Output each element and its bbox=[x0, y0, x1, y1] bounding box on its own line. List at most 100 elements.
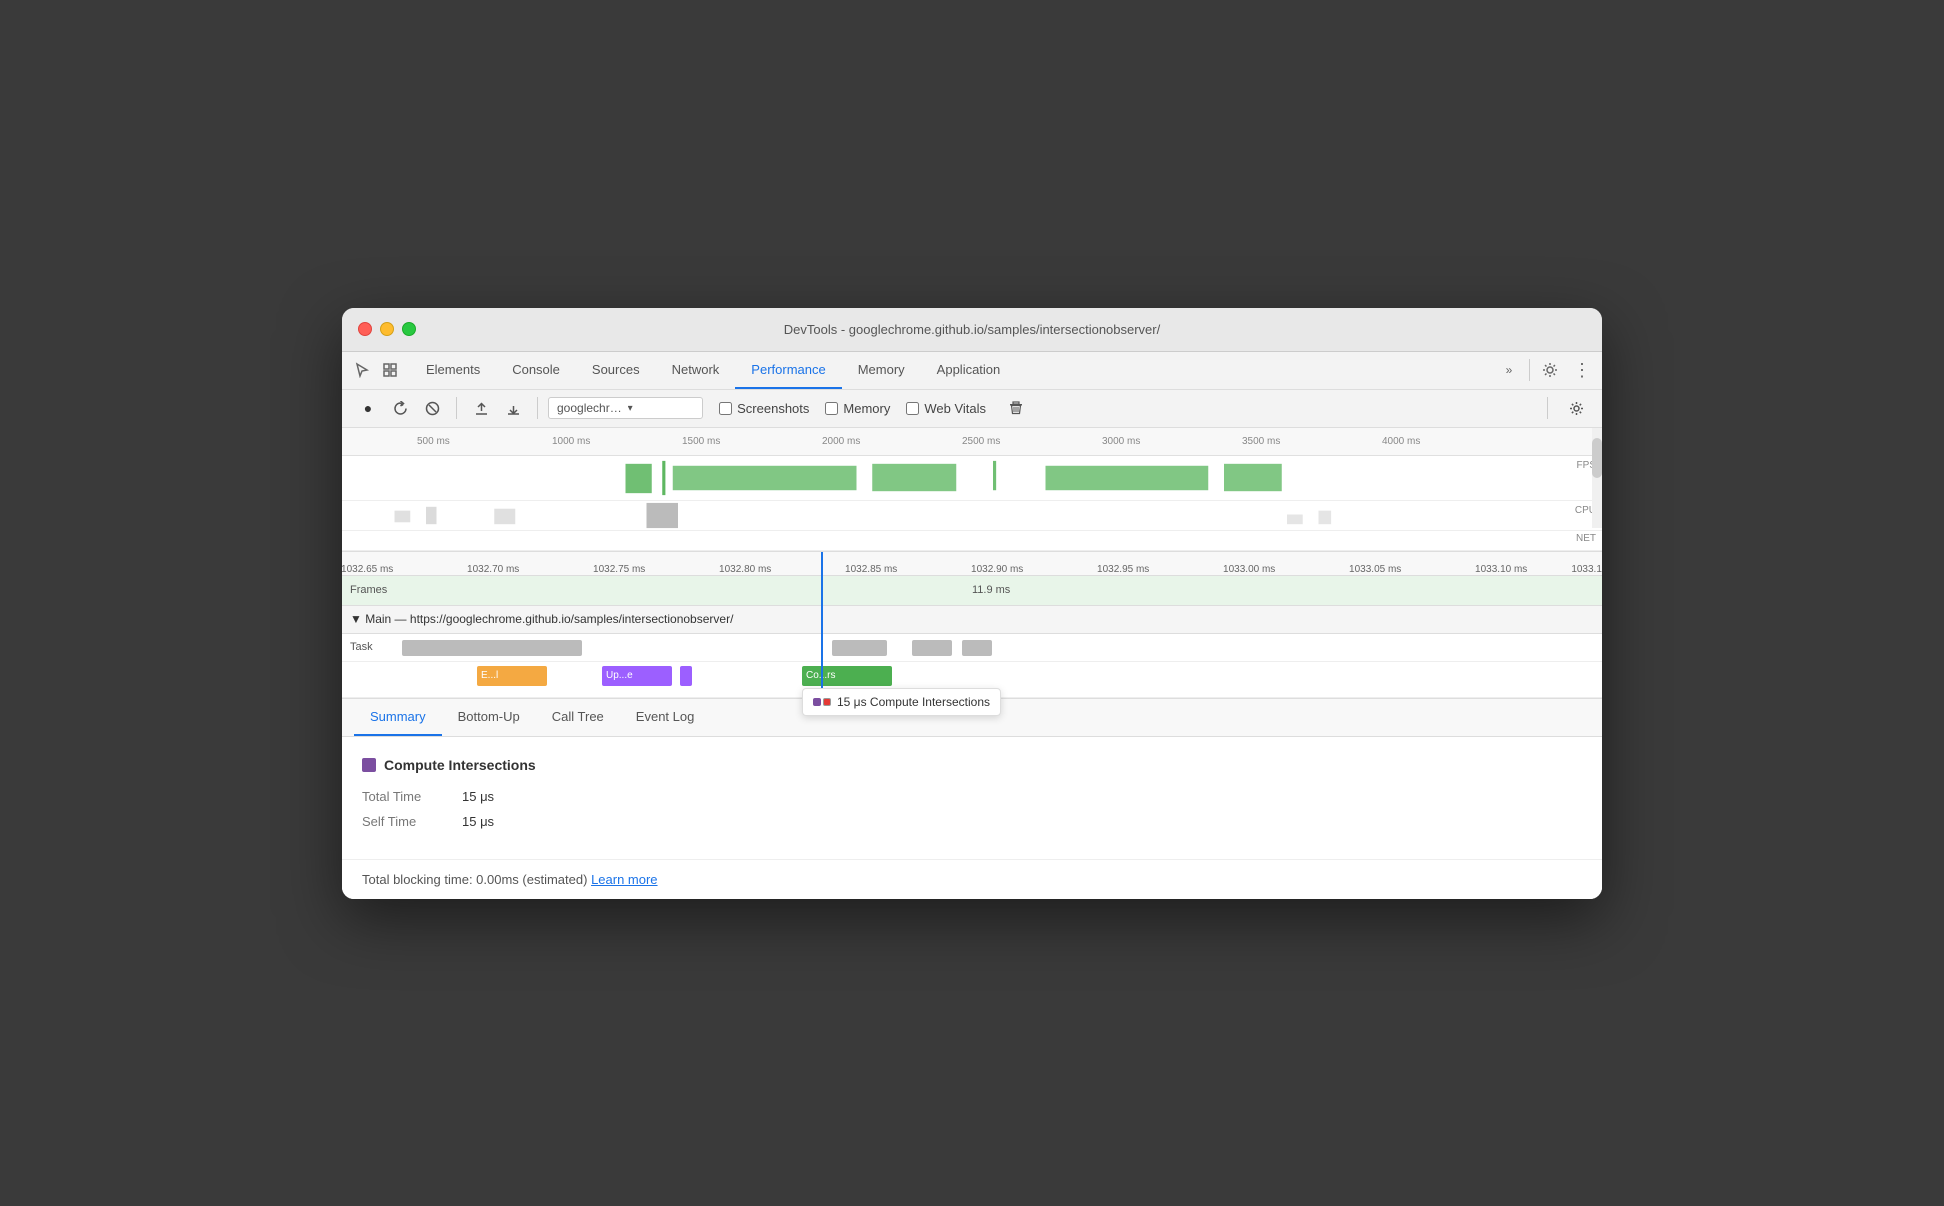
webvitals-checkbox-label[interactable]: Web Vitals bbox=[906, 401, 986, 416]
summary-title: Compute Intersections bbox=[362, 757, 1582, 773]
summary-panel: Compute Intersections Total Time 15 μs S… bbox=[342, 737, 1602, 859]
net-label: NET bbox=[1576, 533, 1596, 544]
tab-console[interactable]: Console bbox=[496, 352, 576, 389]
checkbox-group: Screenshots Memory Web Vitals bbox=[719, 394, 1030, 422]
task-bar-3[interactable] bbox=[912, 640, 952, 656]
main-tabs: Elements Console Sources Network Perform… bbox=[410, 352, 1497, 389]
toolbar-right bbox=[1541, 394, 1590, 422]
tab-network[interactable]: Network bbox=[656, 352, 736, 389]
clear-button[interactable] bbox=[418, 394, 446, 422]
tooltip: 15 μs Compute Intersections bbox=[802, 688, 1001, 716]
cpu-track: CPU bbox=[342, 501, 1602, 531]
zoomed-tick-4: 1032.85 ms bbox=[845, 564, 897, 575]
zoomed-tick-0: 1032.65 ms bbox=[342, 564, 393, 575]
more-vert-icon[interactable]: ⋮ bbox=[1570, 358, 1594, 382]
toolbar: ● googlechrome.github.i... ▾ bbox=[342, 390, 1602, 428]
memory-checkbox-label[interactable]: Memory bbox=[825, 401, 890, 416]
title-bar: DevTools - googlechrome.github.io/sample… bbox=[342, 308, 1602, 352]
tick-1000ms: 1000 ms bbox=[552, 436, 590, 447]
tab-call-tree[interactable]: Call Tree bbox=[536, 699, 620, 736]
task-bar-2[interactable] bbox=[832, 640, 887, 656]
tooltip-text: 15 μs Compute Intersections bbox=[837, 695, 990, 709]
memory-checkbox[interactable] bbox=[825, 402, 838, 415]
screenshots-checkbox[interactable] bbox=[719, 402, 732, 415]
summary-self-time-row: Self Time 15 μs bbox=[362, 814, 1582, 829]
screenshots-checkbox-label[interactable]: Screenshots bbox=[719, 401, 809, 416]
learn-more-link[interactable]: Learn more bbox=[591, 872, 657, 887]
event-el[interactable]: E...l bbox=[477, 666, 547, 686]
frames-track: Frames 11.9 ms bbox=[342, 576, 1602, 606]
main-thread-header: ▼ Main — https://googlechrome.github.io/… bbox=[342, 606, 1602, 634]
status-text: Total blocking time: 0.00ms (estimated) bbox=[362, 872, 587, 887]
bottom-panel: Summary Bottom-Up Call Tree Event Log Co… bbox=[342, 699, 1602, 899]
tab-application[interactable]: Application bbox=[921, 352, 1017, 389]
timeline-scrollbar[interactable] bbox=[1592, 428, 1602, 528]
url-input[interactable]: googlechrome.github.i... ▾ bbox=[548, 397, 703, 419]
devtools-window: DevTools - googlechrome.github.io/sample… bbox=[342, 308, 1602, 899]
zoomed-tick-1: 1032.70 ms bbox=[467, 564, 519, 575]
zoomed-tick-7: 1033.00 ms bbox=[1223, 564, 1275, 575]
window-title: DevTools - googlechrome.github.io/sample… bbox=[784, 322, 1160, 337]
settings-icon[interactable] bbox=[1538, 358, 1562, 382]
traffic-lights bbox=[358, 322, 416, 336]
zoomed-tick-8: 1033.05 ms bbox=[1349, 564, 1401, 575]
perf-settings-button[interactable] bbox=[1562, 394, 1590, 422]
task-track: Task bbox=[342, 634, 1602, 662]
tab-event-log[interactable]: Event Log bbox=[620, 699, 711, 736]
tick-3500ms: 3500 ms bbox=[1242, 436, 1280, 447]
tab-performance[interactable]: Performance bbox=[735, 352, 841, 389]
event-upe[interactable]: Up...e bbox=[602, 666, 672, 686]
zoomed-ruler: 1032.65 ms 1032.70 ms 1032.75 ms 1032.80… bbox=[342, 552, 1602, 576]
webvitals-checkbox[interactable] bbox=[906, 402, 919, 415]
summary-color-box bbox=[362, 758, 376, 772]
zoomed-tick-2: 1032.75 ms bbox=[593, 564, 645, 575]
delete-button[interactable] bbox=[1002, 394, 1030, 422]
zoomed-tick-9: 1033.10 ms bbox=[1475, 564, 1527, 575]
download-button[interactable] bbox=[499, 394, 527, 422]
event-small-purple[interactable] bbox=[680, 666, 692, 686]
tab-sources[interactable]: Sources bbox=[576, 352, 656, 389]
close-button[interactable] bbox=[358, 322, 372, 336]
more-tabs-icon[interactable]: » bbox=[1497, 358, 1521, 382]
tab-bar: Elements Console Sources Network Perform… bbox=[342, 352, 1602, 390]
task-bar-1[interactable] bbox=[402, 640, 582, 656]
self-time-value: 15 μs bbox=[462, 814, 494, 829]
minimize-button[interactable] bbox=[380, 322, 394, 336]
total-time-value: 15 μs bbox=[462, 789, 494, 804]
self-time-label: Self Time bbox=[362, 814, 442, 829]
event-cors[interactable]: Co...rs bbox=[802, 666, 892, 686]
devtools-body: Elements Console Sources Network Perform… bbox=[342, 352, 1602, 899]
summary-total-time-row: Total Time 15 μs bbox=[362, 789, 1582, 804]
status-bar: Total blocking time: 0.00ms (estimated) … bbox=[342, 859, 1602, 899]
upload-button[interactable] bbox=[467, 394, 495, 422]
tick-500ms: 500 ms bbox=[417, 436, 450, 447]
tab-summary[interactable]: Summary bbox=[354, 699, 442, 736]
tab-elements[interactable]: Elements bbox=[410, 352, 496, 389]
total-time-label: Total Time bbox=[362, 789, 442, 804]
tab-bar-right: » ⋮ bbox=[1497, 358, 1594, 382]
tab-bottom-up[interactable]: Bottom-Up bbox=[442, 699, 536, 736]
zoomed-tick-3: 1032.80 ms bbox=[719, 564, 771, 575]
reload-button[interactable] bbox=[386, 394, 414, 422]
fps-track: FPS bbox=[342, 456, 1602, 501]
tab-memory[interactable]: Memory bbox=[842, 352, 921, 389]
zoomed-timeline: 1032.65 ms 1032.70 ms 1032.75 ms 1032.80… bbox=[342, 552, 1602, 699]
events-track: E...l Up...e Co...rs 15 μs Compute Inter… bbox=[342, 662, 1602, 698]
task-bar-4[interactable] bbox=[962, 640, 992, 656]
tick-4000ms: 4000 ms bbox=[1382, 436, 1420, 447]
tick-1500ms: 1500 ms bbox=[682, 436, 720, 447]
tick-3000ms: 3000 ms bbox=[1102, 436, 1140, 447]
timeline-ruler: 500 ms 1000 ms 1500 ms 2000 ms 2500 ms 3… bbox=[342, 428, 1602, 456]
layers-icon[interactable] bbox=[378, 358, 402, 382]
zoomed-tick-6: 1032.95 ms bbox=[1097, 564, 1149, 575]
zoomed-tick-5: 1032.90 ms bbox=[971, 564, 1023, 575]
tooltip-color-red bbox=[823, 698, 831, 706]
scrollbar-thumb[interactable] bbox=[1592, 438, 1602, 478]
record-button[interactable]: ● bbox=[354, 394, 382, 422]
frames-time: 11.9 ms bbox=[972, 584, 1010, 596]
tick-2000ms: 2000 ms bbox=[822, 436, 860, 447]
cursor-line bbox=[821, 552, 823, 698]
cursor-icon[interactable] bbox=[350, 358, 374, 382]
maximize-button[interactable] bbox=[402, 322, 416, 336]
tab-bar-left bbox=[350, 358, 402, 382]
